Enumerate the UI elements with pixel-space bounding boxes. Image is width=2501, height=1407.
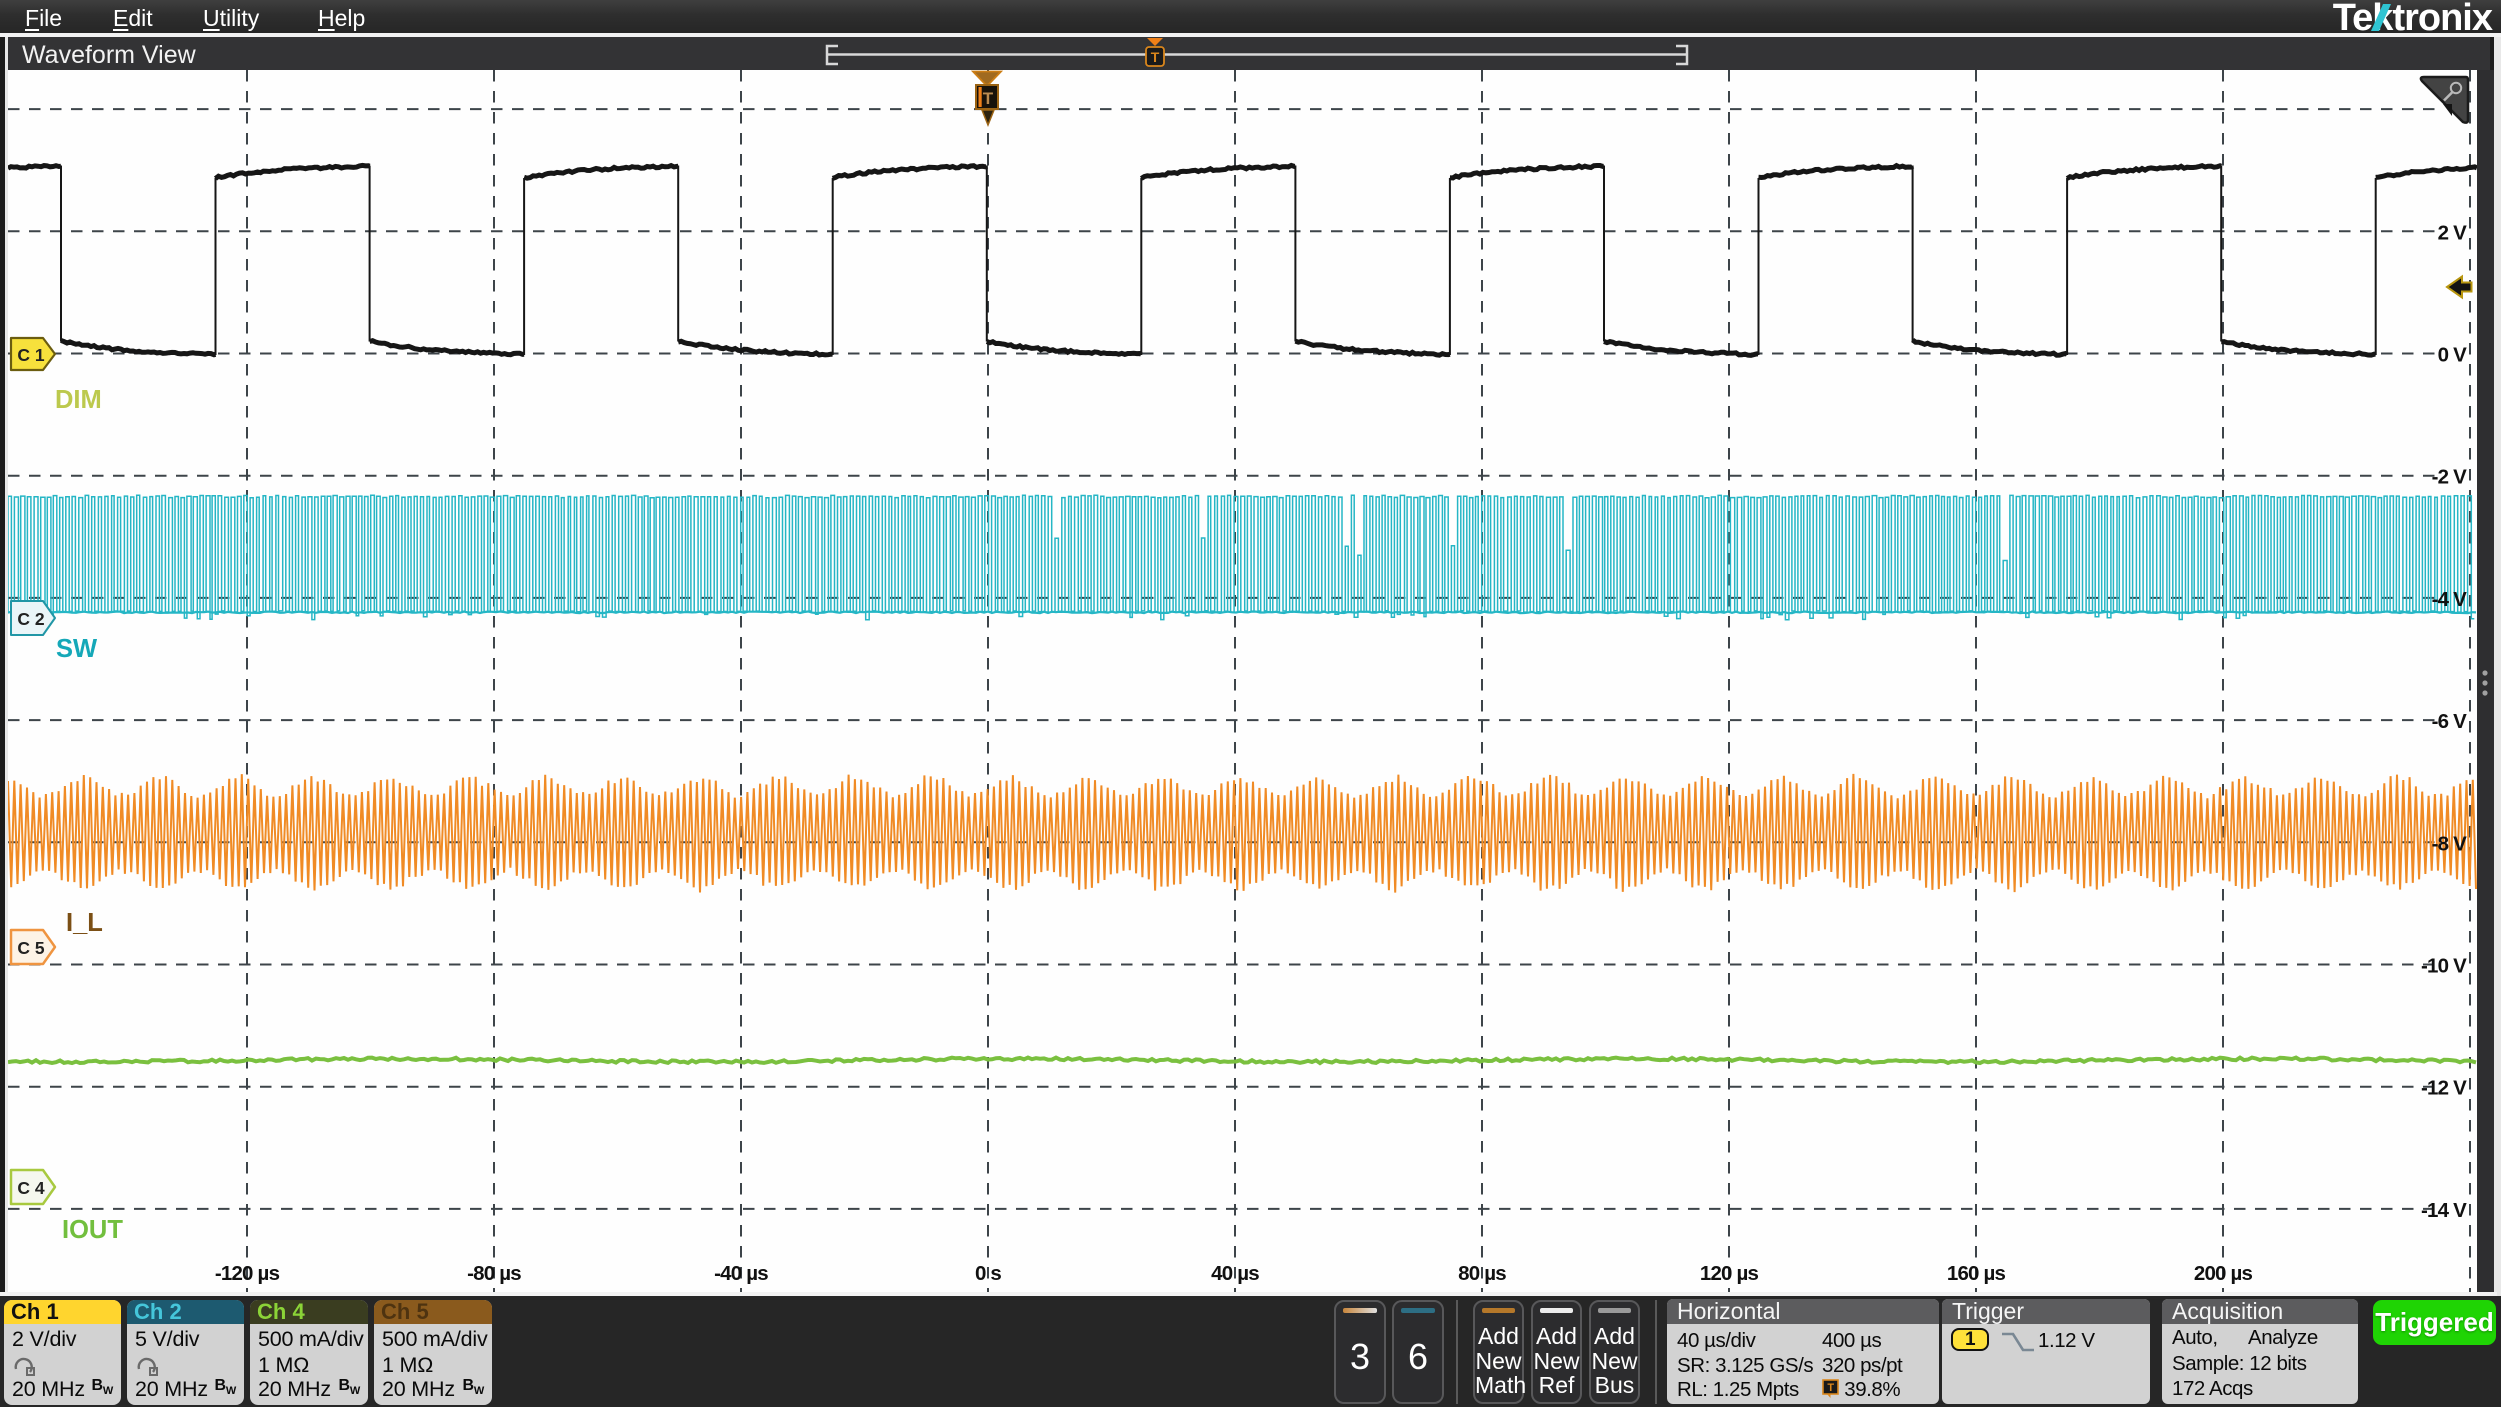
svg-text:200 µs: 200 µs <box>2194 1262 2253 1285</box>
svg-text:C 1: C 1 <box>17 345 45 365</box>
svg-text:0 V: 0 V <box>2438 344 2467 367</box>
svg-text:2 V: 2 V <box>2438 221 2467 244</box>
svg-text:-40 µs: -40 µs <box>714 1262 768 1285</box>
svg-text:DIM: DIM <box>55 386 102 414</box>
svg-text:-2 V: -2 V <box>2432 466 2468 489</box>
svg-text:I_L: I_L <box>66 909 103 937</box>
svg-text:SW: SW <box>56 635 98 663</box>
svg-text:-8 V: -8 V <box>2432 832 2468 855</box>
svg-text:-80 µs: -80 µs <box>467 1262 521 1285</box>
svg-text:C 4: C 4 <box>17 1178 45 1198</box>
svg-text:120 µs: 120 µs <box>1700 1262 1759 1285</box>
svg-text:160 µs: 160 µs <box>1947 1262 2006 1285</box>
svg-text:C 2: C 2 <box>17 609 45 629</box>
svg-text:-12 V: -12 V <box>2421 1077 2467 1100</box>
svg-text:-10 V: -10 V <box>2421 955 2467 978</box>
svg-text:40 µs: 40 µs <box>1211 1262 1259 1285</box>
svg-text:IOUT: IOUT <box>62 1216 123 1244</box>
svg-text:-120 µs: -120 µs <box>215 1262 280 1285</box>
svg-text:T: T <box>1151 49 1160 65</box>
svg-text:80 µs: 80 µs <box>1458 1262 1506 1285</box>
svg-text:T: T <box>983 89 994 108</box>
svg-text:-6 V: -6 V <box>2432 710 2468 733</box>
svg-text:C 5: C 5 <box>17 938 45 958</box>
svg-text:-4 V: -4 V <box>2432 588 2468 611</box>
svg-text:0 s: 0 s <box>975 1262 1001 1285</box>
svg-text:-14 V: -14 V <box>2421 1199 2467 1222</box>
